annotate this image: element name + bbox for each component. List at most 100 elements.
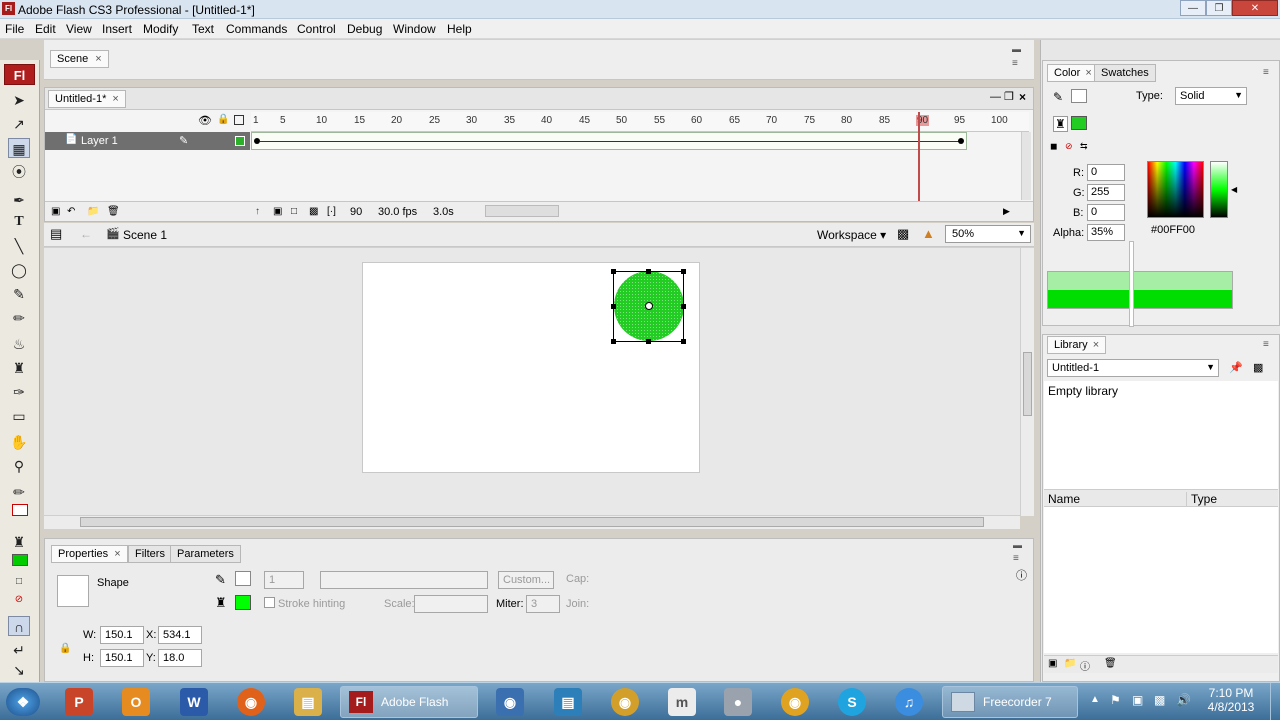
stroke-hinting-checkbox[interactable]: [264, 597, 275, 608]
timeline-ruler[interactable]: 1 5 10 15 20 25 30 35 40 45 50 55 60 65 …: [251, 112, 1029, 132]
playhead[interactable]: [918, 112, 920, 202]
tab-swatches[interactable]: Swatches: [1094, 64, 1156, 82]
col-name[interactable]: Name: [1048, 492, 1080, 506]
menu-insert[interactable]: Insert: [102, 22, 132, 36]
panel-minimize-icon[interactable]: ▬: [1012, 44, 1021, 54]
doc-restore-icon[interactable]: ❐: [1004, 90, 1014, 103]
layer-row[interactable]: 📄 Layer 1 ✎: [45, 132, 250, 150]
fill-color-picker[interactable]: [235, 595, 251, 610]
layer-outline-color[interactable]: [235, 136, 245, 146]
panel-options-icon[interactable]: ≡: [1012, 58, 1018, 69]
device-app-icon[interactable]: ●: [724, 688, 752, 716]
stroke-color-swatch[interactable]: [12, 504, 28, 516]
tab-filters[interactable]: Filters: [128, 545, 172, 563]
brightness-slider[interactable]: [1210, 161, 1228, 218]
edit-scene-icon[interactable]: ▲: [922, 226, 935, 241]
powerpoint-icon[interactable]: P: [65, 688, 93, 716]
skype-icon[interactable]: S: [838, 688, 866, 716]
subselection-tool-icon[interactable]: ↗: [8, 114, 30, 134]
tab-color[interactable]: Color ×: [1047, 64, 1099, 82]
zoom-tool-icon[interactable]: ⚲: [8, 456, 30, 476]
tab-library[interactable]: Library ×: [1047, 336, 1107, 354]
no-color-icon[interactable]: ⊘: [8, 590, 30, 610]
close-icon[interactable]: ×: [1093, 339, 1099, 351]
properties-icon[interactable]: ⓘ: [1080, 658, 1090, 673]
scene-breadcrumb[interactable]: Scene 1: [123, 228, 167, 242]
tray-flag-icon[interactable]: ⚑: [1110, 693, 1121, 707]
system-clock[interactable]: 7:10 PM 4/8/2013: [1196, 686, 1266, 714]
volume-icon[interactable]: 🔊: [1176, 693, 1191, 707]
menu-text[interactable]: Text: [192, 22, 214, 36]
y-field[interactable]: 18.0: [158, 649, 202, 667]
menu-window[interactable]: Window: [393, 22, 436, 36]
fill-bucket-icon[interactable]: ♜: [1053, 116, 1068, 132]
swap-colors-icon[interactable]: ⇆: [1080, 141, 1088, 152]
presenter-app-icon[interactable]: ▤: [554, 688, 582, 716]
panel-options-icon[interactable]: ≡: [1013, 553, 1019, 564]
headset-app-icon[interactable]: ◉: [611, 688, 639, 716]
panel-minimize-icon[interactable]: ▬: [1013, 540, 1022, 550]
itunes-icon[interactable]: ♫: [895, 688, 923, 716]
hex-value[interactable]: #00FF00: [1151, 224, 1195, 236]
new-folder-icon[interactable]: 📁: [1064, 658, 1076, 669]
miter-field[interactable]: 3: [526, 595, 560, 613]
end-keyframe[interactable]: [958, 138, 964, 144]
blue-field[interactable]: 0: [1087, 204, 1125, 221]
stroke-height-field[interactable]: 1: [264, 571, 304, 589]
transform-handle[interactable]: [611, 269, 616, 274]
delete-icon[interactable]: 🗑: [1104, 658, 1117, 669]
add-layer-icon[interactable]: ▣: [51, 206, 60, 217]
eraser-tool-icon[interactable]: ▭: [8, 406, 30, 426]
insert-folder-icon[interactable]: 📁: [87, 206, 99, 217]
tray-expand-icon[interactable]: ▲: [1090, 694, 1100, 705]
start-orb-icon[interactable]: ❖: [6, 688, 40, 716]
close-icon[interactable]: ×: [112, 93, 118, 105]
library-list[interactable]: [1044, 507, 1278, 653]
selected-circle-shape[interactable]: [605, 264, 693, 350]
show-desktop-button[interactable]: [1270, 683, 1280, 720]
timeline-hscroll[interactable]: [485, 205, 559, 217]
green-field[interactable]: 255: [1087, 184, 1125, 201]
hand-tool-icon[interactable]: ✋: [8, 432, 30, 452]
vscroll-thumb[interactable]: [1023, 352, 1032, 416]
lasso-tool-icon[interactable]: ⦿: [8, 162, 30, 182]
timeline-toggle-icon[interactable]: ▤: [50, 226, 62, 242]
pin-library-icon[interactable]: 📌: [1229, 361, 1243, 374]
oval-tool-icon[interactable]: ◯: [8, 260, 30, 280]
col-type[interactable]: Type: [1186, 492, 1217, 506]
task-freecorder[interactable]: Freecorder 7 Scr...: [942, 686, 1078, 718]
workspace-menu[interactable]: Workspace ▾: [817, 228, 886, 242]
lock-proportions-icon[interactable]: 🔒: [59, 643, 71, 654]
center-frame-icon[interactable]: ↑: [255, 206, 260, 217]
color-spectrum-picker[interactable]: [1147, 161, 1204, 218]
pencil-tool-icon[interactable]: ✎: [8, 284, 30, 304]
text-tool-icon[interactable]: T: [8, 212, 30, 232]
fill-color-swatch[interactable]: [12, 554, 28, 566]
network-icon[interactable]: ▩: [1154, 693, 1165, 707]
smooth-icon[interactable]: ↵: [8, 640, 30, 660]
stage-hscroll[interactable]: [44, 515, 1020, 529]
show-hide-layers-icon[interactable]: 👁: [198, 114, 212, 127]
doc-close-icon[interactable]: ×: [1019, 90, 1026, 104]
outlook-icon[interactable]: O: [122, 688, 150, 716]
brightness-pointer-icon[interactable]: ◀: [1231, 185, 1237, 194]
x-field[interactable]: 534.1: [158, 626, 202, 644]
selection-tool-icon[interactable]: ➤: [8, 90, 30, 110]
back-arrow-icon[interactable]: ←: [80, 227, 92, 241]
scroll-right-icon[interactable]: ▶: [1003, 206, 1010, 217]
stroke-style-select[interactable]: [320, 571, 488, 589]
menu-modify[interactable]: Modify: [143, 22, 178, 36]
stroke-color-picker[interactable]: [1071, 89, 1087, 103]
panel-resize-handle[interactable]: [1129, 241, 1134, 327]
stroke-color-picker[interactable]: [235, 571, 251, 586]
onion-outlines-icon[interactable]: □: [291, 206, 297, 217]
transform-handle[interactable]: [611, 304, 616, 309]
modify-onion-markers-icon[interactable]: [·]: [327, 206, 336, 217]
tab-parameters[interactable]: Parameters: [170, 545, 241, 563]
black-white-icon[interactable]: ◼: [1050, 141, 1057, 152]
lock-layers-icon[interactable]: 🔒: [217, 114, 229, 125]
transform-handle[interactable]: [646, 269, 651, 274]
custom-stroke-button[interactable]: Custom...: [498, 571, 554, 589]
hscroll-thumb[interactable]: [80, 517, 984, 527]
paint-bucket-tool-icon[interactable]: ♜: [8, 358, 30, 378]
